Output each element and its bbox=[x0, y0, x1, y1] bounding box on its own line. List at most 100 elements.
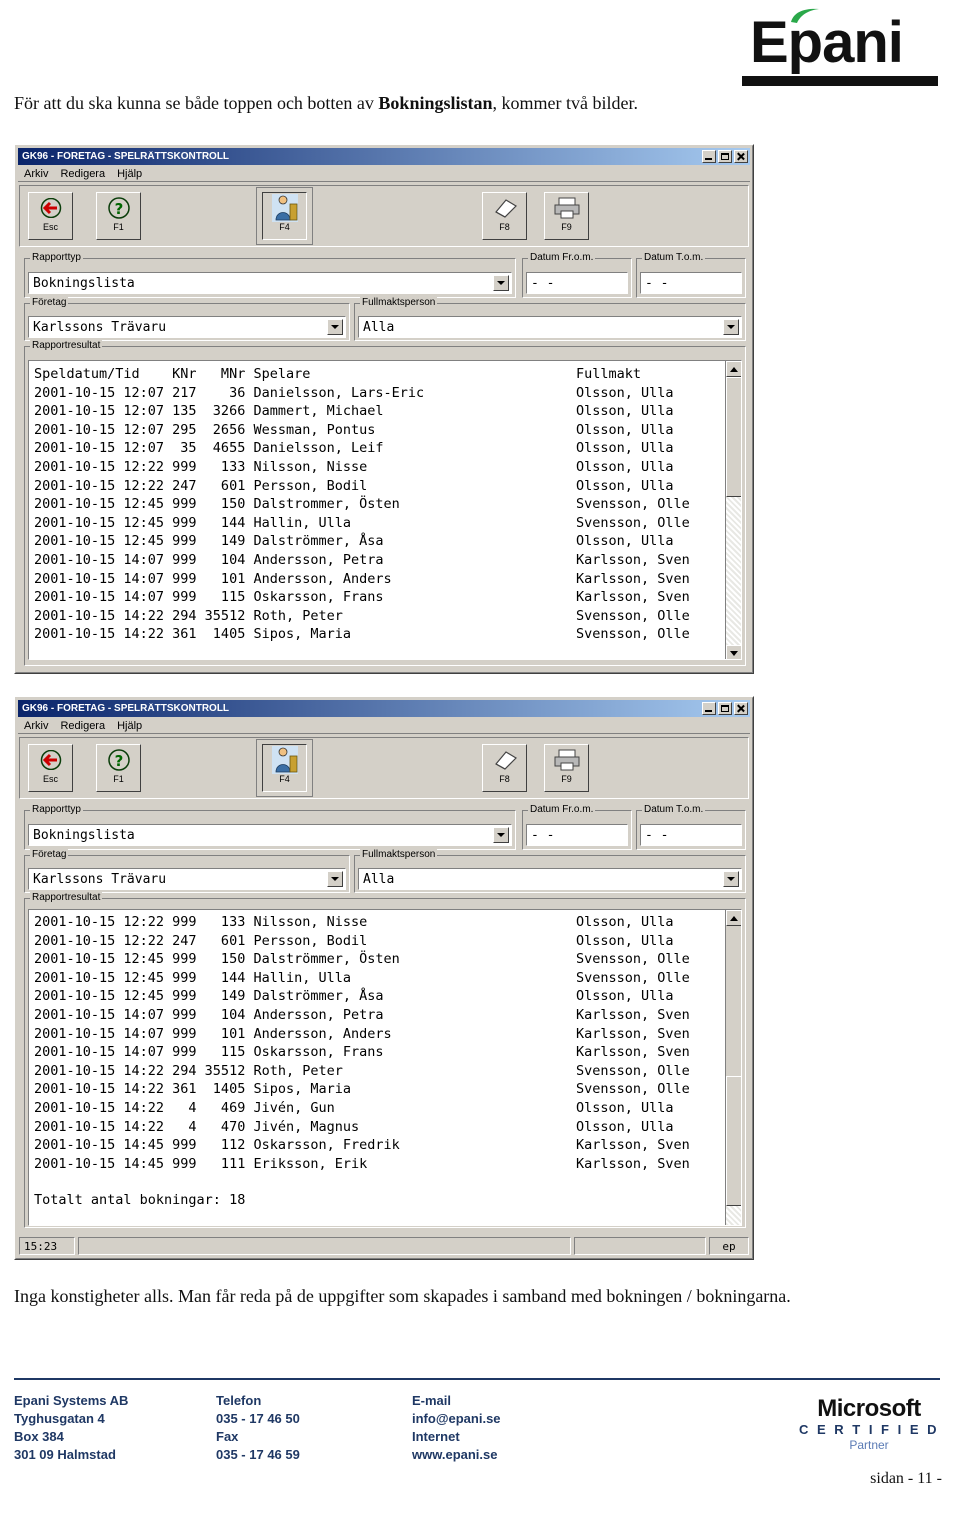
total-line: Totalt antal bokningar: 18 bbox=[34, 1192, 246, 1209]
intro-paragraph: För att du ska kunna se både toppen och … bbox=[14, 92, 794, 114]
scroll-up-button[interactable] bbox=[726, 910, 741, 926]
table-row[interactable]: 2001-10-15 12:22 999 133 Nilsson, Nisse O… bbox=[29, 913, 724, 932]
proxy-combo[interactable]: Alla bbox=[358, 316, 742, 338]
minimize-button[interactable] bbox=[702, 702, 716, 715]
table-row[interactable]: 2001-10-15 12:07 35 4655 Danielsson, Lei… bbox=[29, 439, 724, 458]
scroll-down-button[interactable] bbox=[726, 645, 741, 659]
scrollbar-vertical-bottom[interactable] bbox=[725, 910, 741, 1225]
result-list-bottom[interactable]: 2001-10-15 12:22 999 133 Nilsson, Nisse O… bbox=[28, 909, 742, 1226]
toolbar-button-f8[interactable]: F8 bbox=[482, 192, 527, 240]
toolbar-button-f8[interactable]: F8 bbox=[482, 744, 527, 792]
toolbar-label-f8: F8 bbox=[499, 774, 510, 784]
page-number: sidan - 11 - bbox=[870, 1470, 942, 1487]
row-fullmakt: Olsson, Ulla bbox=[576, 1118, 674, 1135]
row-left: 2001-10-15 12:22 247 601 Persson, Bodil bbox=[34, 477, 368, 494]
menu-item-arkiv[interactable]: Arkiv bbox=[18, 168, 54, 180]
table-row[interactable]: 2001-10-15 12:22 999 133 Nilsson, Nisse O… bbox=[29, 458, 724, 477]
toolbar-button-f1[interactable]: ? F1 bbox=[96, 744, 141, 792]
table-row[interactable]: 2001-10-15 12:45 999 150 Dalströmmer, Ös… bbox=[29, 950, 724, 969]
table-row[interactable]: 2001-10-15 14:22 294 35512 Roth, Peter Sv… bbox=[29, 1062, 724, 1081]
svg-text:?: ? bbox=[114, 200, 123, 218]
chevron-down-icon[interactable] bbox=[723, 871, 739, 887]
row-left: 2001-10-15 14:22 361 1405 Sipos, Maria bbox=[34, 1081, 351, 1098]
table-row[interactable]: 2001-10-15 12:45 999 149 Dalströmmer, Ås… bbox=[29, 532, 724, 551]
table-row[interactable]: 2001-10-15 14:07 999 104 Andersson, Petr… bbox=[29, 551, 724, 570]
table-row[interactable]: 2001-10-15 14:45 999 111 Eriksson, Erik K… bbox=[29, 1155, 724, 1174]
table-row[interactable]: 2001-10-15 14:07 999 115 Oskarsson, Fran… bbox=[29, 1043, 724, 1062]
menu-item-hjalp[interactable]: Hjälp bbox=[111, 720, 148, 732]
company-combo[interactable]: Karlssons Trävaru bbox=[28, 868, 346, 890]
row-fullmakt: Karlsson, Sven bbox=[576, 1006, 690, 1023]
row-fullmakt: Karlsson, Sven bbox=[576, 551, 690, 568]
chevron-down-icon[interactable] bbox=[723, 319, 739, 335]
chevron-down-icon[interactable] bbox=[493, 827, 509, 843]
statusbar-user: ep bbox=[709, 1237, 749, 1255]
date-to-input[interactable]: - - bbox=[640, 272, 742, 294]
table-row[interactable]: 2001-10-15 12:45 999 144 Hallin, Ulla Sve… bbox=[29, 969, 724, 988]
menu-item-redigera[interactable]: Redigera bbox=[54, 168, 111, 180]
toolbar-button-f4[interactable]: F4 bbox=[262, 192, 307, 240]
report-type-value: Bokningslista bbox=[33, 275, 135, 291]
table-row[interactable]: 2001-10-15 12:45 999 144 Hallin, Ulla Sve… bbox=[29, 514, 724, 533]
close-button[interactable] bbox=[734, 702, 748, 715]
report-type-combo[interactable]: Bokningslista bbox=[28, 824, 512, 846]
intro-text-after: , kommer två bilder. bbox=[492, 93, 638, 113]
maximize-button[interactable] bbox=[718, 150, 732, 163]
scrollbar-track[interactable] bbox=[726, 377, 741, 645]
table-row[interactable]: 2001-10-15 14:22 361 1405 Sipos, Maria Sv… bbox=[29, 625, 724, 644]
scroll-up-button[interactable] bbox=[726, 361, 741, 377]
toolbar-bottom: Esc ? F1 F4 F8 F9 bbox=[19, 737, 749, 799]
toolbar-button-esc[interactable]: Esc bbox=[28, 744, 73, 792]
maximize-button[interactable] bbox=[718, 702, 732, 715]
table-row[interactable]: 2001-10-15 14:45 999 112 Oskarsson, Fred… bbox=[29, 1136, 724, 1155]
table-row[interactable]: 2001-10-15 12:07 295 2656 Wessman, Pontu… bbox=[29, 421, 724, 440]
scrollbar-thumb[interactable] bbox=[726, 1076, 741, 1206]
toolbar-button-esc[interactable]: Esc bbox=[28, 192, 73, 240]
result-list-top[interactable]: Speldatum/Tid KNr MNr Spelare Fullmakt 20… bbox=[28, 360, 742, 660]
toolbar-button-f4[interactable]: F4 bbox=[262, 744, 307, 792]
table-row[interactable]: 2001-10-15 12:45 999 149 Dalströmmer, Ås… bbox=[29, 987, 724, 1006]
close-button[interactable] bbox=[734, 150, 748, 163]
partner-text: Partner bbox=[849, 1438, 889, 1452]
date-to-input[interactable]: - - bbox=[640, 824, 742, 846]
chevron-down-icon[interactable] bbox=[493, 275, 509, 291]
date-from-input[interactable]: - - bbox=[526, 272, 628, 294]
table-row[interactable]: 2001-10-15 12:22 247 601 Persson, Bodil O… bbox=[29, 932, 724, 951]
scrollbar-track[interactable] bbox=[726, 1076, 741, 1225]
table-row[interactable]: 2001-10-15 14:22 294 35512 Roth, Peter Sv… bbox=[29, 607, 724, 626]
minimize-button[interactable] bbox=[702, 150, 716, 163]
scrollbar-vertical-top[interactable] bbox=[725, 361, 741, 659]
table-row[interactable]: 2001-10-15 14:22 4 469 Jivén, Gun Olsson,… bbox=[29, 1099, 724, 1118]
proxy-combo[interactable]: Alla bbox=[358, 868, 742, 890]
row-left: 2001-10-15 14:07 999 104 Andersson, Petr… bbox=[34, 551, 384, 568]
intro-bold: Bokningslistan bbox=[378, 93, 493, 113]
table-row[interactable]: 2001-10-15 14:07 999 104 Andersson, Petr… bbox=[29, 1006, 724, 1025]
table-row[interactable]: 2001-10-15 14:07 999 101 Andersson, Ande… bbox=[29, 570, 724, 589]
row-fullmakt: Olsson, Ulla bbox=[576, 440, 674, 457]
menu-item-redigera[interactable]: Redigera bbox=[54, 720, 111, 732]
scrollbar-thumb[interactable] bbox=[726, 377, 741, 497]
toolbar-button-f1[interactable]: ? F1 bbox=[96, 192, 141, 240]
table-row[interactable]: 2001-10-15 14:07 999 115 Oskarsson, Fran… bbox=[29, 588, 724, 607]
chevron-down-icon[interactable] bbox=[327, 319, 343, 335]
table-row[interactable]: 2001-10-15 14:22 361 1405 Sipos, Maria Sv… bbox=[29, 1080, 724, 1099]
date-from-value: - - bbox=[531, 827, 555, 843]
menu-item-hjalp[interactable]: Hjälp bbox=[111, 168, 148, 180]
toolbar-button-f9[interactable]: F9 bbox=[544, 192, 589, 240]
table-row[interactable]: 2001-10-15 12:07 135 3266 Dammert, Micha… bbox=[29, 402, 724, 421]
table-row[interactable]: 2001-10-15 14:22 4 470 Jivén, Magnus Olss… bbox=[29, 1118, 724, 1137]
back-arrow-icon bbox=[29, 193, 72, 223]
table-row[interactable]: 2001-10-15 12:22 247 601 Persson, Bodil O… bbox=[29, 477, 724, 496]
group-label-proxy: Fullmaktsperson bbox=[360, 849, 438, 860]
table-row[interactable]: 2001-10-15 12:45 999 150 Dalstrommer, Ös… bbox=[29, 495, 724, 514]
toolbar-button-f9[interactable]: F9 bbox=[544, 744, 589, 792]
report-type-combo[interactable]: Bokningslista bbox=[28, 272, 512, 294]
date-from-input[interactable]: - - bbox=[526, 824, 628, 846]
row-fullmakt: Svensson, Olle bbox=[576, 969, 690, 986]
row-left: 2001-10-15 12:22 247 601 Persson, Bodil bbox=[34, 932, 368, 949]
chevron-down-icon[interactable] bbox=[327, 871, 343, 887]
menu-item-arkiv[interactable]: Arkiv bbox=[18, 720, 54, 732]
table-row[interactable]: 2001-10-15 12:07 217 36 Danielsson, Lars… bbox=[29, 384, 724, 403]
company-combo[interactable]: Karlssons Trävaru bbox=[28, 316, 346, 338]
table-row[interactable]: 2001-10-15 14:07 999 101 Andersson, Ande… bbox=[29, 1025, 724, 1044]
